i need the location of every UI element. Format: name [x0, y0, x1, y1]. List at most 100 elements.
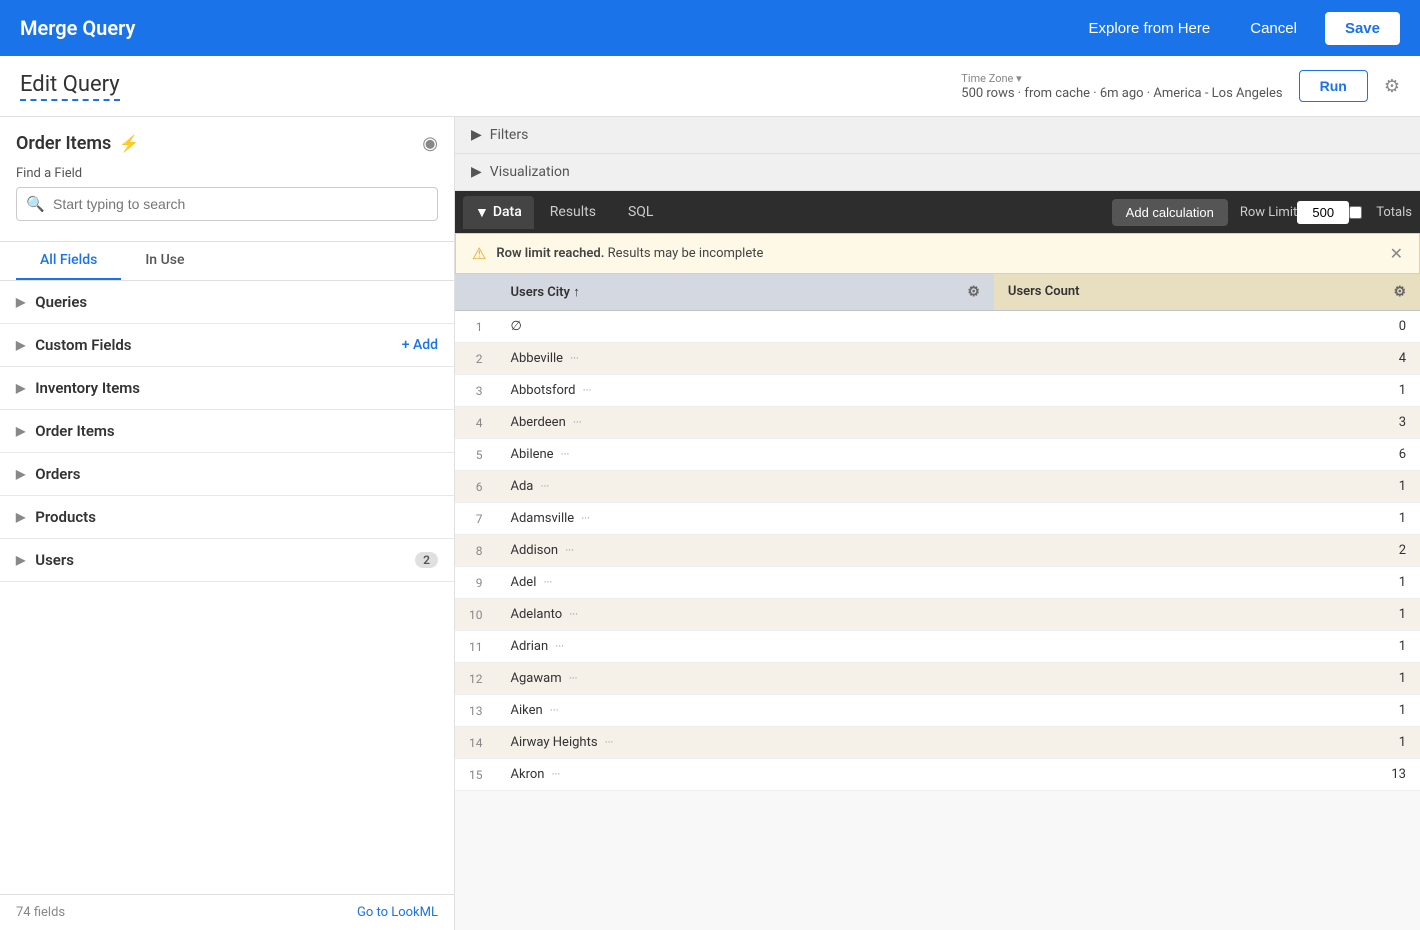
warning-bold: Row limit reached. [496, 246, 604, 261]
group-products-label: Products [35, 508, 96, 526]
city-dots-icon[interactable]: ··· [570, 352, 579, 365]
row-number-header [455, 274, 497, 311]
chevron-users-icon: ▶ [16, 553, 25, 567]
count-cell: 0 [994, 311, 1420, 343]
users-city-header[interactable]: Users City ↑ ⚙ [497, 274, 994, 311]
table-row: 3Abbotsford ···1 [455, 375, 1420, 407]
totals-checkbox[interactable] [1349, 206, 1362, 219]
users-badge: 2 [415, 552, 438, 568]
find-field-label: Find a Field [16, 166, 438, 181]
run-button[interactable]: Run [1299, 70, 1368, 102]
visualization-section[interactable]: ▶ Visualization [455, 154, 1420, 191]
custom-fields-add-button[interactable]: + Add [402, 337, 438, 353]
table-row: 15Akron ···13 [455, 759, 1420, 791]
city-dots-icon[interactable]: ··· [583, 384, 592, 397]
group-custom-fields: ▶ Custom Fields + Add [0, 324, 454, 367]
group-products-header[interactable]: ▶ Products [0, 496, 454, 538]
group-inventory-items-header[interactable]: ▶ Inventory Items [0, 367, 454, 409]
users-city-header-label: Users City ↑ [511, 285, 580, 300]
city-dots-icon[interactable]: ··· [573, 416, 582, 429]
city-cell: Agawam ··· [497, 663, 994, 695]
city-cell: ∅ [497, 311, 994, 343]
city-dots-icon[interactable]: ··· [550, 704, 559, 717]
city-cell: Abbotsford ··· [497, 375, 994, 407]
city-dots-icon[interactable]: ··· [544, 576, 553, 589]
city-dots-icon[interactable]: ··· [561, 448, 570, 461]
warning-icon: ⚠ [472, 244, 486, 263]
explore-from-here-button[interactable]: Explore from Here [1077, 14, 1223, 43]
group-inventory-items: ▶ Inventory Items [0, 367, 454, 410]
city-dots-icon[interactable]: ··· [569, 608, 578, 621]
city-dots-icon[interactable]: ··· [541, 480, 550, 493]
city-cell: Abilene ··· [497, 439, 994, 471]
count-cell: 1 [994, 567, 1420, 599]
count-cell: 2 [994, 535, 1420, 567]
right-panel: ▶ Filters ▶ Visualization ▼ Data Results… [455, 117, 1420, 930]
users-count-header[interactable]: Users Count ⚙ [994, 274, 1420, 311]
field-count: 74 fields [16, 905, 65, 920]
users-city-gear-icon[interactable]: ⚙ [967, 284, 980, 300]
group-custom-fields-label: Custom Fields [35, 336, 131, 354]
tab-data-arrow: ▼ [475, 204, 489, 221]
sidebar-title-row: Order Items ⚡ ◉ [16, 133, 438, 154]
city-dots-icon[interactable]: ··· [555, 640, 564, 653]
tab-results[interactable]: Results [534, 196, 612, 228]
users-count-gear-icon[interactable]: ⚙ [1393, 284, 1406, 300]
search-container: 🔍 [16, 187, 438, 221]
group-inventory-items-label: Inventory Items [35, 379, 140, 397]
city-dots-icon[interactable]: ··· [581, 512, 590, 525]
city-dots-icon[interactable]: ··· [569, 672, 578, 685]
row-number: 6 [455, 471, 497, 503]
city-cell: Aiken ··· [497, 695, 994, 727]
sidebar-header: Order Items ⚡ ◉ Find a Field 🔍 [0, 117, 454, 242]
tab-sql[interactable]: SQL [612, 196, 669, 228]
group-order-items-header[interactable]: ▶ Order Items [0, 410, 454, 452]
row-number: 3 [455, 375, 497, 407]
cancel-button[interactable]: Cancel [1238, 14, 1309, 43]
city-dots-icon[interactable]: ··· [605, 736, 614, 749]
field-groups: ▶ Queries ▶ Custom Fields + Add ▶ Invent… [0, 281, 454, 894]
group-queries-header[interactable]: ▶ Queries [0, 281, 454, 323]
filters-section[interactable]: ▶ Filters [455, 117, 1420, 154]
count-cell: 1 [994, 631, 1420, 663]
city-dots-icon[interactable]: ··· [565, 544, 574, 557]
count-cell: 1 [994, 599, 1420, 631]
warning-close-icon[interactable]: ✕ [1390, 244, 1403, 263]
go-to-lookaml-link[interactable]: Go to LookML [357, 905, 438, 920]
visualization-label: Visualization [490, 164, 570, 180]
search-input[interactable] [16, 187, 438, 221]
main-container: Edit Query Time Zone ▾ 500 rows · from c… [0, 56, 1420, 930]
count-cell: 6 [994, 439, 1420, 471]
table-row: 2Abbeville ···4 [455, 343, 1420, 375]
tab-in-use[interactable]: In Use [121, 242, 208, 280]
city-cell: Abbeville ··· [497, 343, 994, 375]
table-row: 11Adrian ···1 [455, 631, 1420, 663]
settings-icon[interactable]: ⚙ [1384, 76, 1400, 97]
collapse-sidebar-icon[interactable]: ◉ [422, 133, 438, 154]
row-number: 15 [455, 759, 497, 791]
table-row: 14Airway Heights ···1 [455, 727, 1420, 759]
tab-data[interactable]: ▼ Data [463, 196, 534, 229]
row-limit-input[interactable] [1297, 201, 1349, 224]
tab-all-fields[interactable]: All Fields [16, 242, 121, 280]
count-cell: 1 [994, 503, 1420, 535]
row-number: 10 [455, 599, 497, 631]
save-button[interactable]: Save [1325, 12, 1400, 45]
group-custom-fields-header[interactable]: ▶ Custom Fields + Add [0, 324, 454, 366]
add-calculation-button[interactable]: Add calculation [1112, 199, 1228, 226]
group-users-header[interactable]: ▶ Users 2 [0, 539, 454, 581]
city-cell: Airway Heights ··· [497, 727, 994, 759]
row-number: 1 [455, 311, 497, 343]
city-dots-icon[interactable]: ··· [552, 768, 561, 781]
chevron-orders-icon: ▶ [16, 467, 25, 481]
table-row: 4Aberdeen ···3 [455, 407, 1420, 439]
group-orders-header[interactable]: ▶ Orders [0, 453, 454, 495]
group-users-label: Users [35, 551, 74, 569]
count-cell: 1 [994, 695, 1420, 727]
table-row: 6Ada ···1 [455, 471, 1420, 503]
row-number: 8 [455, 535, 497, 567]
chevron-order-items-icon: ▶ [16, 424, 25, 438]
users-count-header-label: Users Count [1008, 284, 1080, 299]
tabs-row: All Fields In Use [0, 242, 454, 281]
warning-message: Results may be incomplete [608, 246, 764, 261]
